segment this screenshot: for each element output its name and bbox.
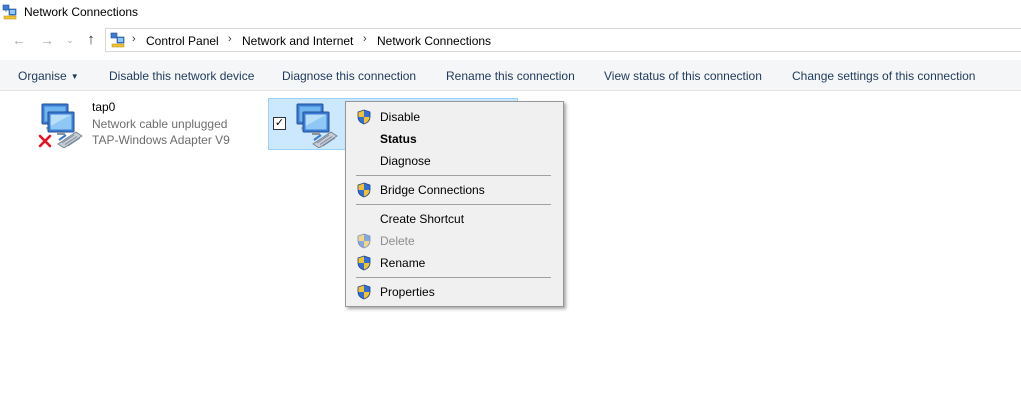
- menu-item-label: Rename: [380, 256, 426, 270]
- recent-locations-chevron-icon[interactable]: ⌄: [64, 31, 76, 49]
- up-arrow-icon[interactable]: ↑: [82, 31, 100, 49]
- menu-item-rename[interactable]: Rename: [348, 252, 561, 274]
- menu-separator: [356, 204, 551, 205]
- breadcrumb-network-connections[interactable]: Network Connections: [377, 34, 491, 48]
- title-bar: Network Connections: [0, 0, 1021, 24]
- breadcrumb-separator[interactable]: ›: [363, 33, 367, 45]
- address-bar[interactable]: › Control Panel › Network and Internet ›…: [105, 28, 1021, 52]
- menu-item-label: Status: [380, 132, 417, 146]
- menu-item-label: Delete: [380, 234, 415, 248]
- uac-shield-icon: [356, 255, 372, 271]
- rename-connection-button[interactable]: Rename this connection: [446, 69, 575, 83]
- command-bar: Organise ▼ Disable this network device Di…: [0, 60, 1021, 91]
- organise-button[interactable]: Organise ▼: [18, 69, 79, 83]
- window-title: Network Connections: [24, 5, 139, 19]
- breadcrumb-separator[interactable]: ›: [228, 33, 232, 45]
- uac-shield-icon: [356, 109, 372, 125]
- view-status-button[interactable]: View status of this connection: [604, 69, 762, 83]
- control-panel-icon: [110, 32, 125, 48]
- menu-item-label: Bridge Connections: [380, 183, 485, 197]
- red-x-icon: [38, 134, 52, 148]
- disable-device-button[interactable]: Disable this network device: [109, 69, 254, 83]
- breadcrumb-network-and-internet[interactable]: Network and Internet: [242, 34, 353, 48]
- network-connections-icon: [2, 4, 17, 20]
- menu-item-create-shortcut[interactable]: Create Shortcut: [348, 208, 561, 230]
- menu-item-diagnose[interactable]: Diagnose: [348, 150, 561, 172]
- uac-shield-icon: [356, 233, 372, 249]
- menu-item-properties[interactable]: Properties: [348, 281, 561, 303]
- menu-item-delete: Delete: [348, 230, 561, 252]
- uac-shield-icon: [356, 284, 372, 300]
- context-menu: Disable Status Diagnose Bridge Connectio…: [345, 101, 564, 307]
- network-adapter-icon: [291, 100, 339, 148]
- navigation-row: ← → ⌄ ↑ › Control Panel › Network and In…: [0, 28, 1021, 52]
- diagnose-connection-button[interactable]: Diagnose this connection: [282, 69, 416, 83]
- menu-item-label: Properties: [380, 285, 435, 299]
- connection-name: tap0: [92, 100, 116, 114]
- forward-arrow-icon[interactable]: →: [38, 31, 56, 49]
- breadcrumb-separator[interactable]: ›: [132, 33, 136, 45]
- connection-status: Network cable unplugged: [92, 117, 228, 131]
- organise-label: Organise: [18, 69, 67, 83]
- menu-separator: [356, 277, 551, 278]
- breadcrumb-control-panel[interactable]: Control Panel: [146, 34, 219, 48]
- menu-item-disable[interactable]: Disable: [348, 106, 561, 128]
- change-settings-button[interactable]: Change settings of this connection: [792, 69, 975, 83]
- menu-separator: [356, 175, 551, 176]
- menu-item-label: Diagnose: [380, 154, 431, 168]
- back-arrow-icon[interactable]: ←: [10, 31, 28, 49]
- menu-item-status[interactable]: Status: [348, 128, 561, 150]
- dropdown-caret-icon: ▼: [70, 72, 79, 81]
- connection-adapter: TAP-Windows Adapter V9: [92, 133, 230, 147]
- menu-item-label: Disable: [380, 110, 421, 124]
- menu-item-bridge-connections[interactable]: Bridge Connections: [348, 179, 561, 201]
- uac-shield-icon: [356, 182, 372, 198]
- selection-checkbox[interactable]: ✓: [273, 117, 286, 130]
- connection-item-tap0[interactable]: tap0 Network cable unplugged TAP-Windows…: [36, 98, 256, 150]
- menu-item-label: Create Shortcut: [380, 212, 465, 226]
